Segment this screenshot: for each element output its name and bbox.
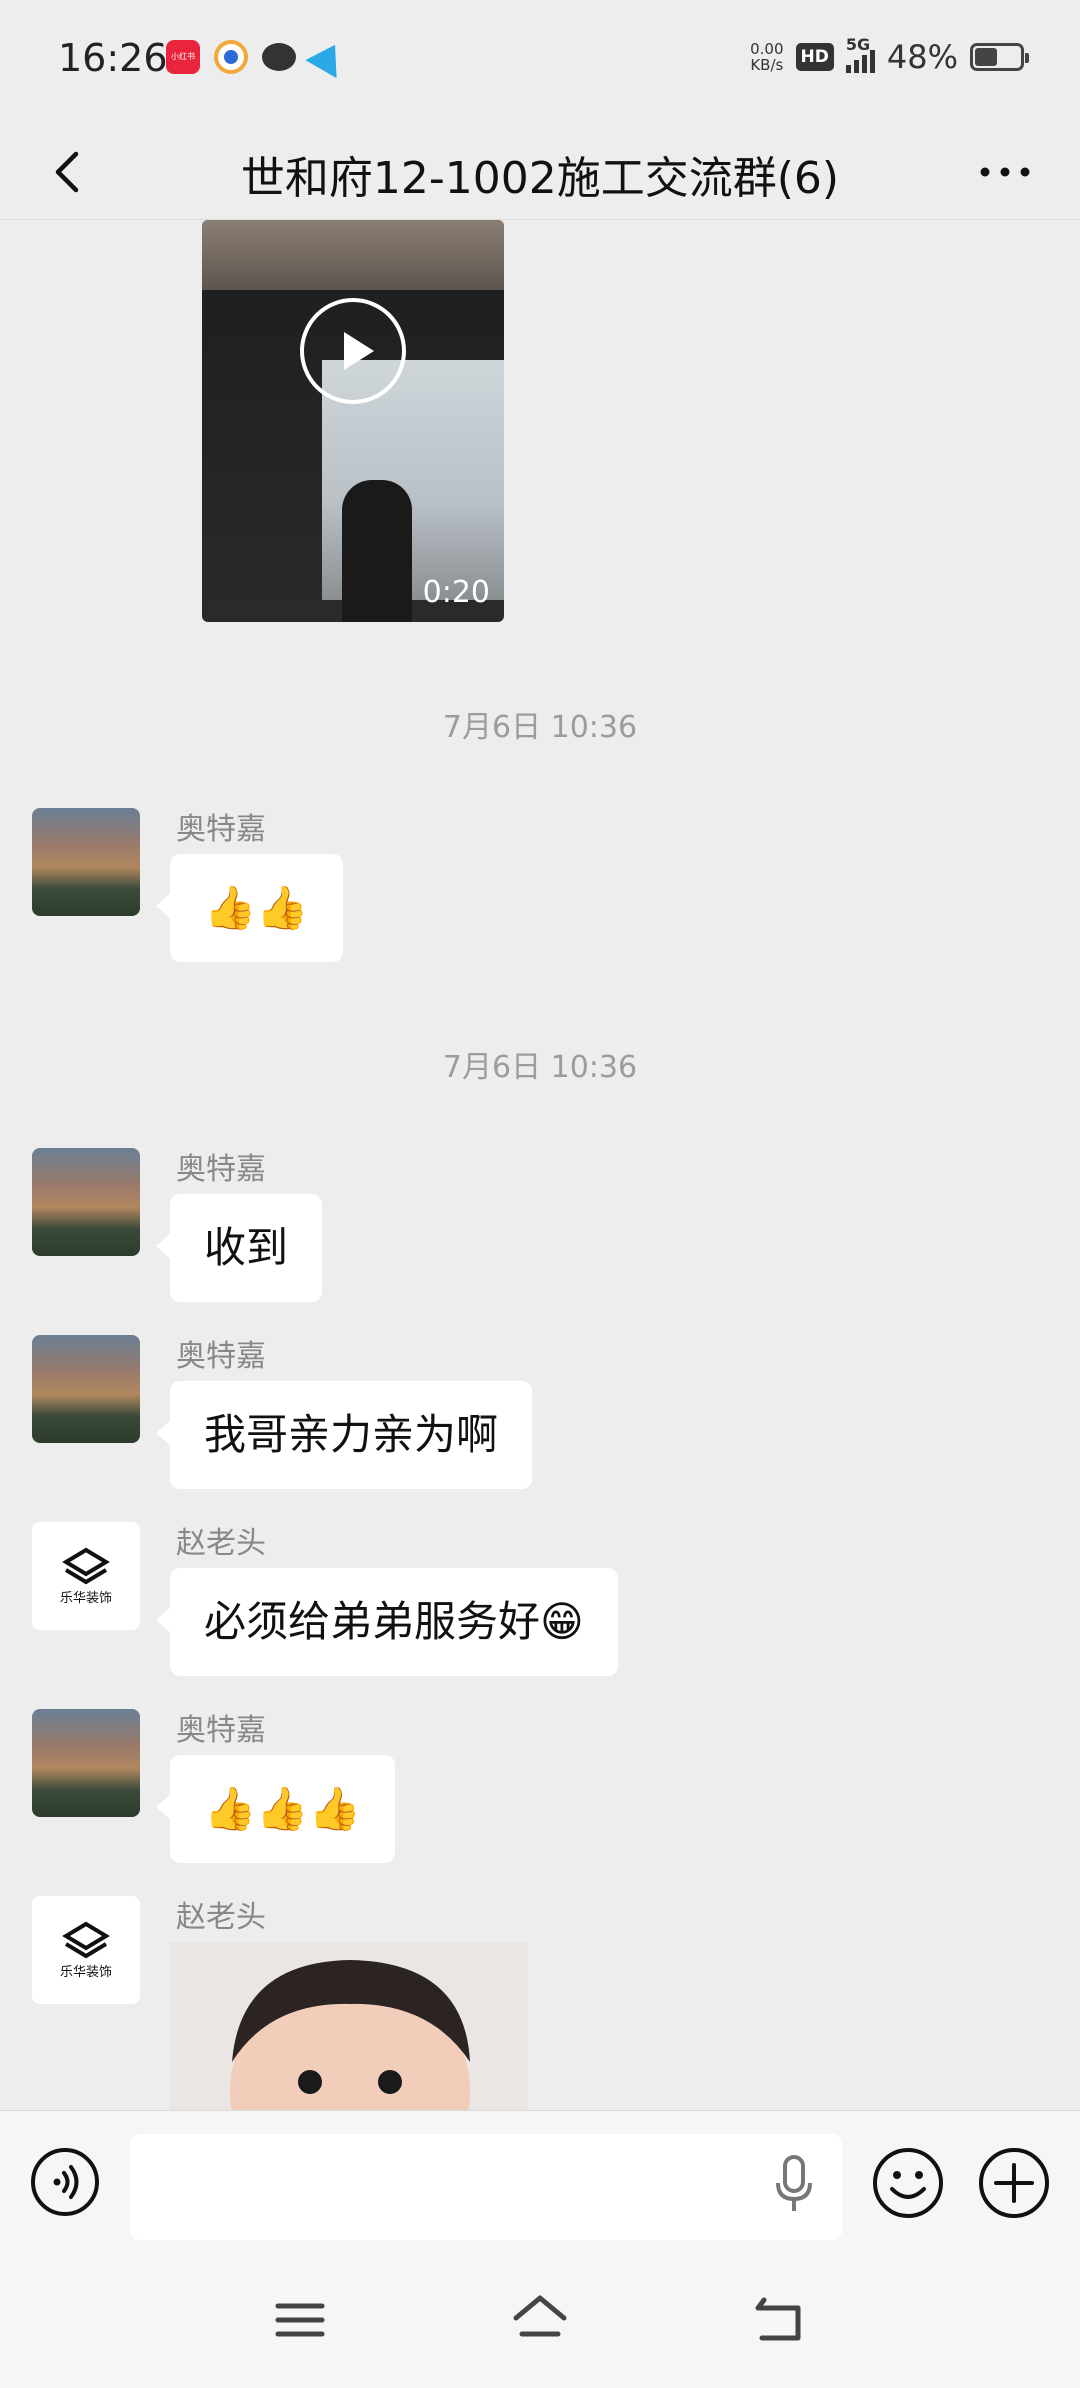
avatar[interactable] <box>32 808 140 916</box>
xiaohongshu-icon: 小红书 <box>166 40 200 74</box>
svg-text:乐华装饰: 乐华装饰 <box>60 1964 112 1979</box>
sender-name: 奥特嘉 <box>176 812 266 847</box>
microphone-icon <box>776 2155 812 2211</box>
avatar[interactable] <box>32 1148 140 1256</box>
more-button[interactable] <box>970 142 1040 202</box>
notification-icons: 小红书 <box>166 35 351 79</box>
title-bar: 世和府12-1002施工交流群(6) <box>0 120 1080 220</box>
message-icon <box>262 43 296 71</box>
hd-icon: HD <box>795 43 834 71</box>
message-input[interactable] <box>130 2134 842 2240</box>
paper-plane-icon <box>305 35 351 79</box>
svg-text:乐华装饰: 乐华装饰 <box>60 1590 112 1605</box>
timestamp: 7月6日 10:36 <box>442 710 638 745</box>
smiley-icon <box>873 2148 943 2218</box>
battery-icon <box>970 43 1029 71</box>
avatar[interactable]: 乐华装饰 <box>32 1896 140 2004</box>
input-bar <box>0 2110 1080 2252</box>
battery-percent: 48% <box>886 38 958 76</box>
home-button[interactable] <box>510 2290 570 2350</box>
company-logo-icon: 乐华装饰 <box>60 1547 112 1605</box>
play-icon[interactable] <box>300 298 406 404</box>
message-bubble[interactable]: 👍👍 <box>156 854 343 962</box>
menu-icon <box>275 2303 325 2337</box>
sender-name: 赵老头 <box>176 1526 266 1561</box>
message-bubble[interactable]: 👍👍👍 <box>156 1755 395 1863</box>
avatar[interactable] <box>32 1335 140 1443</box>
home-icon <box>513 2295 567 2337</box>
video-duration: 0:20 <box>422 575 490 610</box>
image-message[interactable] <box>170 1942 528 2110</box>
company-logo-icon: 乐华装饰 <box>60 1921 112 1979</box>
timestamp: 7月6日 10:36 <box>442 1050 638 1085</box>
menu-button[interactable] <box>270 2290 330 2350</box>
back-nav-button[interactable] <box>750 2290 810 2350</box>
video-thumbnail[interactable]: 0:20 <box>202 220 504 622</box>
baby-photo <box>170 1942 528 2110</box>
sender-name: 奥特嘉 <box>176 1713 266 1748</box>
voice-icon <box>31 2148 99 2216</box>
sender-name: 赵老头 <box>176 1900 266 1935</box>
status-time: 16:26 <box>58 36 168 80</box>
status-bar: 16:26 小红书 0.00 KB/s HD 5G 48% <box>0 0 1080 120</box>
more-dots-icon <box>980 167 1030 177</box>
message-list[interactable]: 0:20 7月6日 10:36 奥特嘉 👍👍 7月6日 10:36 奥特嘉 收到… <box>0 220 1080 2110</box>
more-actions-button[interactable] <box>978 2147 1050 2219</box>
signal-icon: 5G <box>845 35 875 73</box>
sender-name: 奥特嘉 <box>176 1339 266 1374</box>
dictation-button[interactable] <box>770 2153 818 2215</box>
sender-name: 奥特嘉 <box>176 1152 266 1187</box>
network-speed: 0.00 KB/s <box>750 40 784 74</box>
status-indicators: 0.00 KB/s HD 5G 48% <box>750 35 1029 76</box>
system-nav-bar <box>0 2252 1080 2388</box>
plus-icon <box>979 2148 1049 2218</box>
avatar[interactable] <box>32 1709 140 1817</box>
message-bubble[interactable]: 必须给弟弟服务好😁 <box>156 1568 618 1676</box>
chat-title: 世和府12-1002施工交流群(6) <box>240 153 840 204</box>
qq-browser-icon <box>214 40 248 74</box>
emoji-button[interactable] <box>872 2147 944 2219</box>
message-bubble[interactable]: 收到 <box>155 1194 323 1302</box>
avatar[interactable]: 乐华装饰 <box>32 1522 140 1630</box>
message-bubble[interactable]: 我哥亲力亲为啊 <box>155 1381 533 1489</box>
back-arrow-icon <box>755 2297 801 2341</box>
voice-input-button[interactable] <box>30 2147 100 2217</box>
